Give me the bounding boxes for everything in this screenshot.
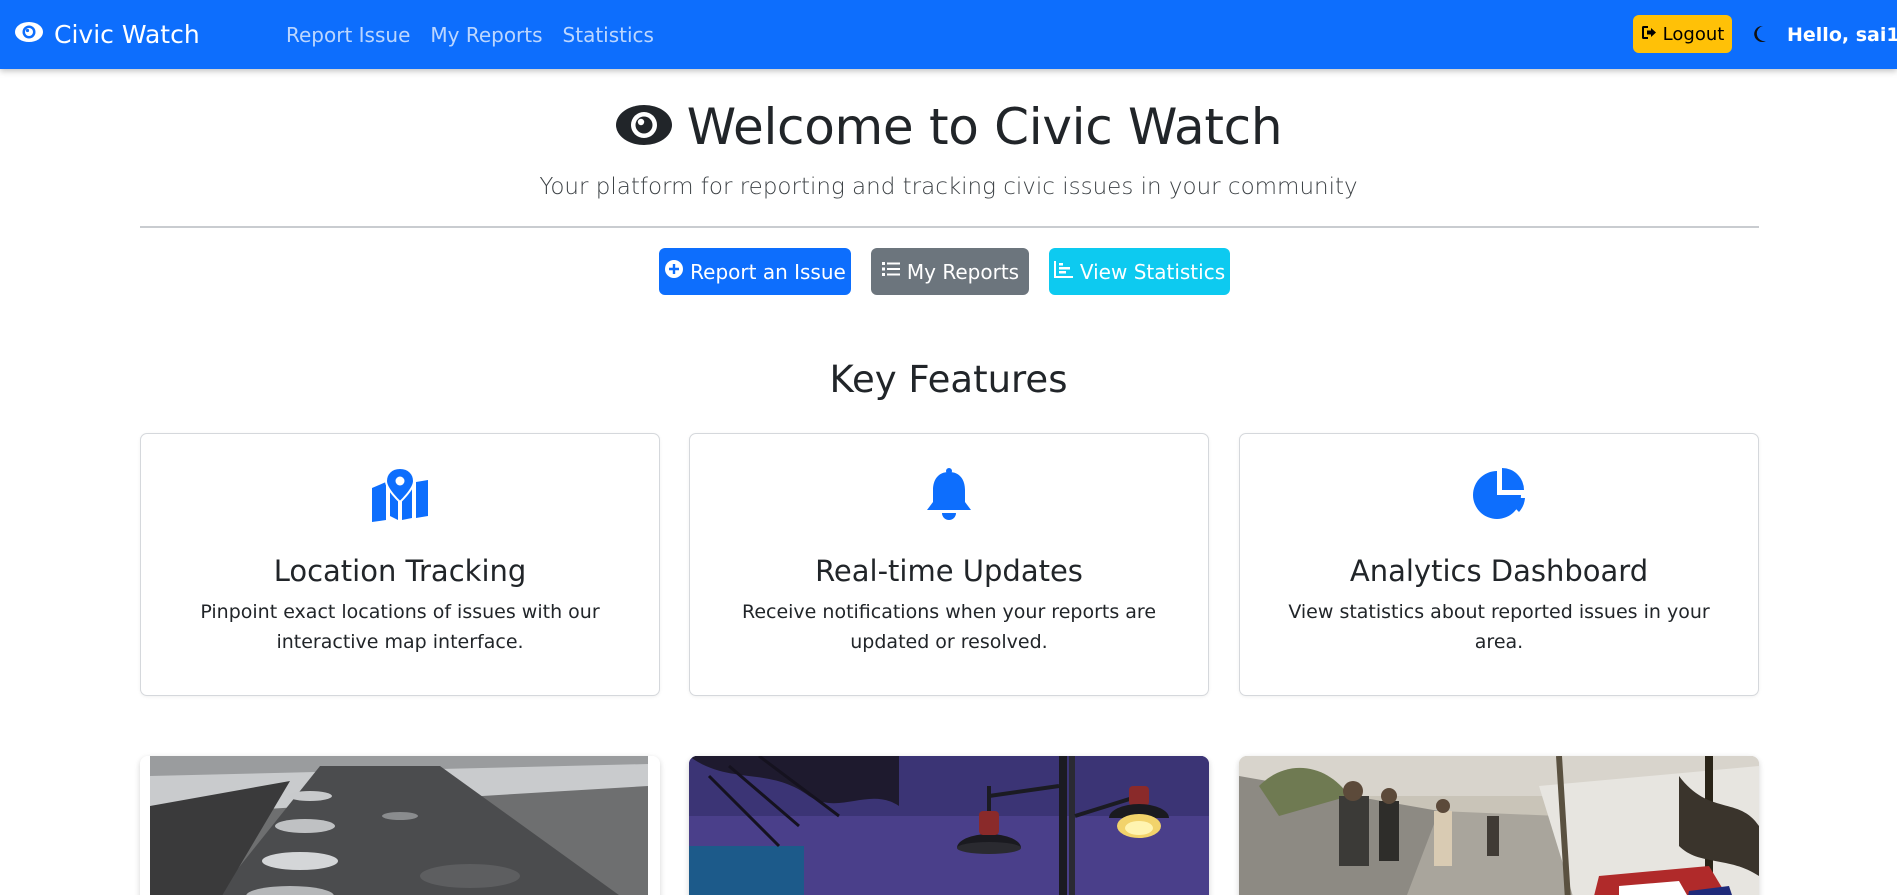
feature-title: Location Tracking <box>273 554 527 588</box>
nav-link-statistics[interactable]: Statistics <box>563 23 654 47</box>
gallery-image-streetlamps <box>689 756 1209 895</box>
page-subtitle: Your platform for reporting and tracking… <box>539 174 1358 200</box>
report-issue-label: Report an Issue <box>690 259 846 284</box>
my-reports-label: My Reports <box>906 259 1020 284</box>
feature-title: Real-time Updates <box>815 554 1083 588</box>
brand-link[interactable]: Civic Watch <box>14 0 200 69</box>
hero-title: Welcome to Civic Watch <box>0 98 1897 156</box>
map-location-icon <box>370 466 430 522</box>
nav-link-report-issue[interactable]: Report Issue <box>286 23 410 47</box>
eye-icon <box>14 20 44 49</box>
report-issue-button[interactable]: Report an Issue <box>659 248 851 295</box>
logout-label: Logout <box>1662 23 1725 45</box>
gallery-image-garbage <box>1239 756 1759 895</box>
view-statistics-label: View Statistics <box>1079 259 1226 284</box>
view-statistics-button[interactable]: View Statistics <box>1049 248 1230 295</box>
sign-out-icon <box>1641 24 1658 45</box>
eye-icon <box>615 103 673 152</box>
bar-chart-icon <box>1053 259 1074 284</box>
top-navbar: Civic Watch Report Issue My Reports Stat… <box>0 0 1897 69</box>
user-greeting: Hello, sai1 <box>1787 23 1897 46</box>
pie-chart-icon <box>1469 468 1529 522</box>
brand-name: Civic Watch <box>54 20 200 49</box>
feature-description: Pinpoint exact locations of issues with … <box>200 601 600 653</box>
nav-links: Report Issue My Reports Statistics <box>286 0 654 69</box>
divider <box>140 226 1759 228</box>
feature-card-updates: Real-time Updates Receive notifications … <box>689 433 1209 696</box>
dark-mode-toggle[interactable] <box>1752 24 1768 44</box>
bell-icon <box>919 468 979 522</box>
list-icon <box>881 259 901 284</box>
feature-card-analytics: Analytics Dashboard View statistics abou… <box>1239 433 1759 696</box>
feature-card-location: Location Tracking Pinpoint exact locatio… <box>140 433 660 696</box>
my-reports-button[interactable]: My Reports <box>871 248 1029 295</box>
features-heading: Key Features <box>829 358 1068 401</box>
feature-title: Analytics Dashboard <box>1349 554 1649 588</box>
nav-link-my-reports[interactable]: My Reports <box>430 23 542 47</box>
page-title: Welcome to Civic Watch <box>686 98 1283 156</box>
logout-button[interactable]: Logout <box>1633 15 1732 53</box>
moon-icon <box>1752 25 1768 48</box>
gallery-image-road <box>140 756 660 895</box>
feature-description: View statistics about reported issues in… <box>1288 601 1710 653</box>
feature-description: Receive notifications when your reports … <box>741 601 1157 653</box>
plus-circle-icon <box>664 259 684 284</box>
